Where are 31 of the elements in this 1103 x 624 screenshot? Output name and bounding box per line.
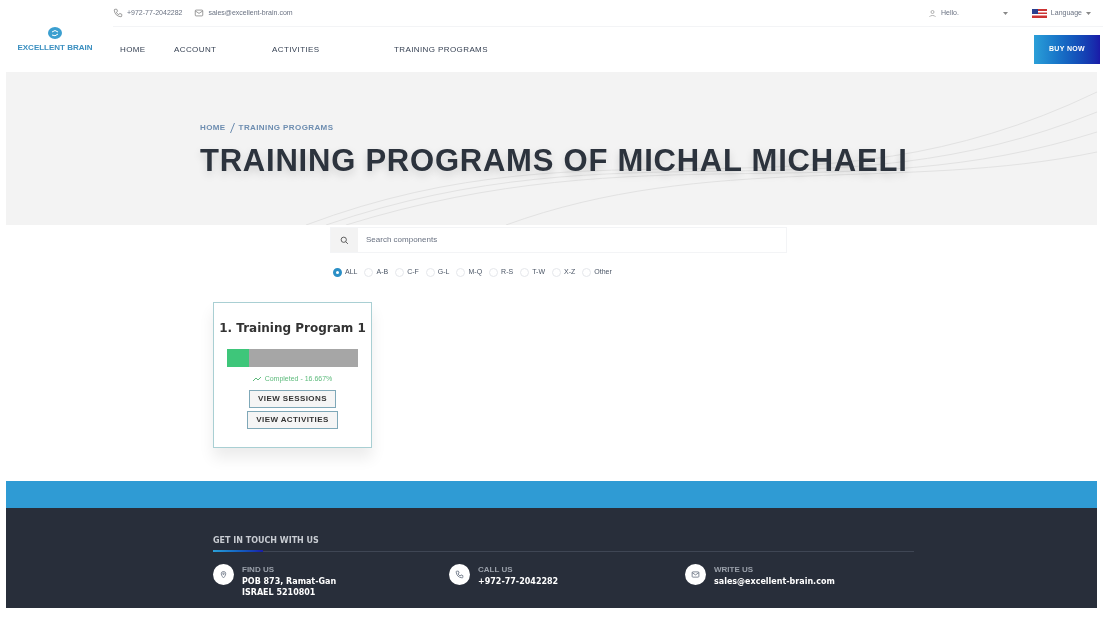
mail-icon [691, 569, 700, 579]
search-icon [340, 235, 349, 245]
user-icon [927, 8, 937, 18]
radio-button[interactable] [333, 267, 342, 277]
contact-text: ISRAEL 5210801 [242, 586, 317, 598]
phone-icon [113, 8, 123, 18]
mail-icon [194, 8, 205, 18]
view-button[interactable]: VIEW SESSIONS [249, 390, 336, 408]
page-title: TRAINING PROGRAMS OF MICHAL MICHAELI [200, 142, 909, 180]
contact-label: CALL US [478, 563, 514, 576]
program-title: 1. Training Program 1 [219, 319, 366, 337]
nav-link[interactable]: ACCOUNT [174, 43, 262, 56]
contact-text: POB 873, Ramat-Gan [242, 575, 337, 587]
flag-icon [1031, 8, 1047, 18]
nav-link[interactable]: TRAINING PROGRAMS [394, 43, 534, 56]
contact-text: +972-77-2042282 [478, 575, 559, 587]
nav-link[interactable]: ACTIVITIES [272, 43, 384, 56]
caret-icon [1002, 11, 1008, 15]
location-pin-icon [219, 569, 228, 579]
contact-label: FIND US [242, 563, 275, 576]
view-button[interactable]: VIEW ACTIVITIES [247, 411, 338, 429]
trend-icon [252, 376, 261, 382]
contact-label: WRITE US [714, 563, 755, 576]
contact-text: sales@excellent-brain.com [714, 575, 835, 587]
phone-icon [455, 569, 464, 579]
breadcrumb-separator [229, 123, 235, 133]
nav-link[interactable]: HOME [120, 43, 164, 56]
caret-icon [1086, 11, 1091, 15]
heading-underline [213, 549, 263, 552]
footer-heading: GET IN TOUCH WITH US [213, 534, 320, 547]
logo-text: EXCELLENT BRAIN [17, 42, 93, 54]
